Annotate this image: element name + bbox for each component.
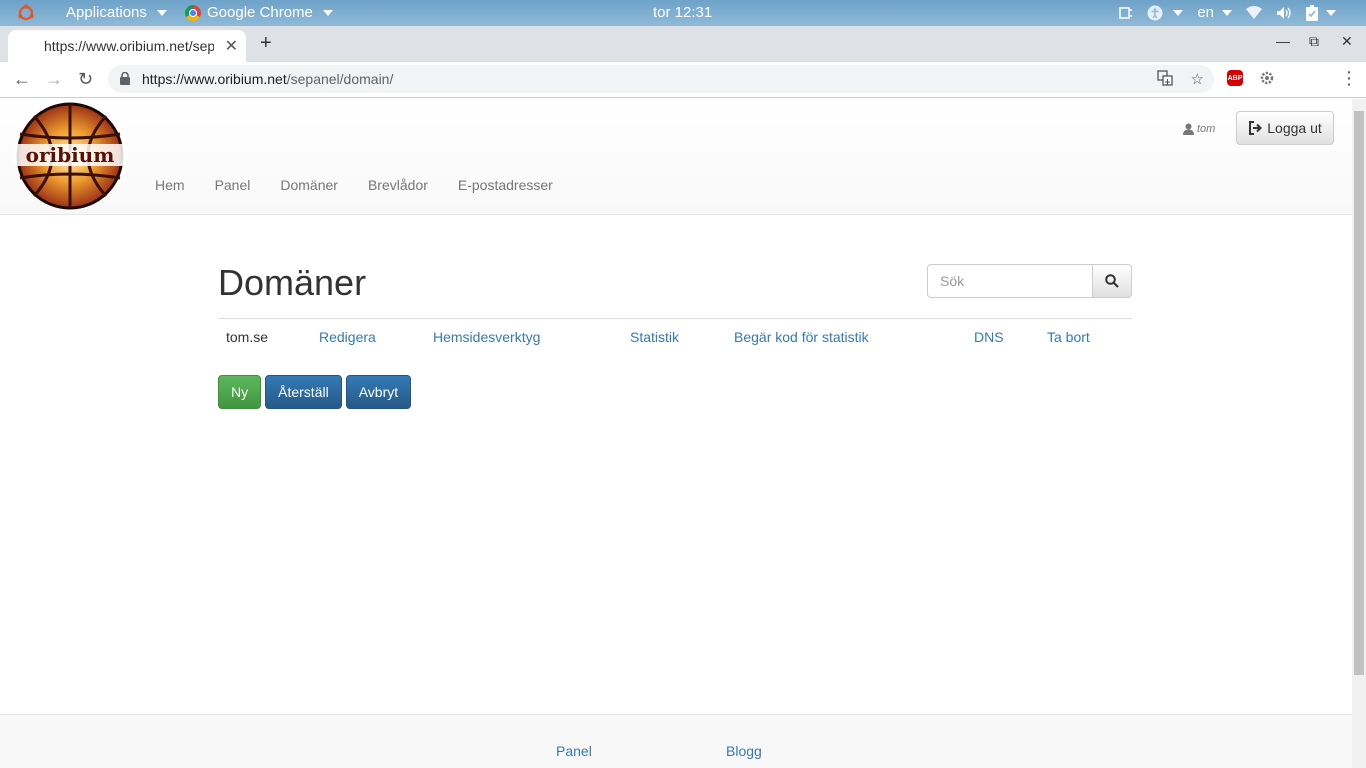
close-tab-icon[interactable]: ✕: [225, 36, 238, 56]
chevron-down-icon: [1222, 9, 1232, 16]
browser-tab[interactable]: https://www.oribium.net/sepanel/domain/ …: [8, 30, 246, 62]
forward-arrow-icon[interactable]: →: [45, 69, 63, 90]
new-tab-icon[interactable]: +: [260, 32, 272, 55]
chevron-down-icon: [322, 9, 333, 16]
chevron-down-icon: [1326, 9, 1336, 16]
statistics-link[interactable]: Statistik: [630, 329, 679, 345]
applications-menu[interactable]: Applications: [66, 4, 167, 21]
os-top-bar: Applications Google Chrome tor 12:31 en: [0, 0, 1366, 26]
search-input[interactable]: [927, 264, 1093, 298]
chevron-down-icon: [1173, 9, 1184, 16]
tab-title: https://www.oribium.net/sepanel/domain/: [44, 38, 214, 54]
scrollbar-thumb[interactable]: [1354, 111, 1364, 675]
translate-icon[interactable]: [1156, 70, 1173, 86]
dns-link[interactable]: DNS: [974, 329, 1004, 345]
language-label: en: [1197, 4, 1214, 21]
back-arrow-icon[interactable]: ←: [13, 69, 31, 90]
footer-link-panel[interactable]: Panel: [556, 743, 592, 759]
nav-domaner[interactable]: Domäner: [265, 177, 353, 193]
browser-tab-strip: https://www.oribium.net/sepanel/domain/ …: [0, 26, 1366, 62]
minimize-window-icon[interactable]: —: [1276, 33, 1290, 49]
battery-icon: [1306, 4, 1318, 21]
system-menu[interactable]: [1306, 4, 1336, 21]
clock[interactable]: tor 12:31: [653, 4, 712, 21]
adblock-plus-icon[interactable]: ABP: [1227, 70, 1243, 86]
wifi-icon[interactable]: [1246, 5, 1262, 20]
logout-button[interactable]: Logga ut: [1236, 111, 1334, 145]
request-stats-code-link[interactable]: Begär kod för statistik: [734, 329, 869, 345]
url-host: https://www.oribium.net: [142, 71, 287, 87]
restore-window-icon[interactable]: ⧉: [1309, 33, 1319, 50]
site-header: oribium Hem Panel Domäner Brevlådor E-po…: [0, 99, 1352, 215]
chrome-logo-icon: [185, 4, 201, 21]
logout-label: Logga ut: [1267, 120, 1322, 136]
nav-e-postadresser[interactable]: E-postadresser: [443, 177, 568, 193]
sign-out-icon: [1249, 121, 1263, 135]
accessibility-icon: [1147, 5, 1163, 20]
nav-hem[interactable]: Hem: [140, 177, 200, 193]
browser-menu-icon[interactable]: ⋮: [1340, 68, 1358, 89]
lock-icon[interactable]: [120, 72, 130, 85]
edit-link[interactable]: Redigera: [319, 329, 376, 345]
app-menu-label: Google Chrome: [207, 4, 313, 21]
address-bar[interactable]: https://www.oribium.net/sepanel/domain/ …: [108, 65, 1214, 93]
footer-link-blogg[interactable]: Blogg: [726, 743, 762, 759]
accessibility-menu[interactable]: [1147, 5, 1184, 21]
user-icon: [1183, 123, 1194, 135]
logo-text: oribium: [26, 143, 115, 167]
app-menu-chrome[interactable]: Google Chrome: [185, 4, 333, 21]
browser-toolbar: ← → ↻ https://www.oribium.net/sepanel/do…: [0, 62, 1366, 98]
oribium-logo[interactable]: oribium: [14, 102, 126, 210]
nav-panel[interactable]: Panel: [200, 177, 266, 193]
domain-table: tom.se Redigera Hemsidesverktyg Statisti…: [218, 318, 1132, 356]
new-button[interactable]: Ny: [218, 375, 262, 409]
user-name: tom: [1197, 123, 1216, 135]
applications-label: Applications: [66, 4, 147, 21]
web-page: oribium Hem Panel Domäner Brevlådor E-po…: [0, 99, 1352, 768]
page-scrollbar[interactable]: [1352, 99, 1366, 768]
reload-icon[interactable]: ↻: [78, 69, 93, 90]
current-user: tom: [1183, 123, 1215, 135]
bookmark-star-icon[interactable]: ☆: [1191, 70, 1204, 88]
ubuntu-logo-icon[interactable]: [17, 4, 35, 22]
delete-link[interactable]: Ta bort: [1047, 329, 1090, 345]
domain-name: tom.se: [226, 329, 269, 345]
url-path: /sepanel/domain/: [286, 71, 394, 87]
search-group: [927, 264, 1132, 298]
extension-gear-icon[interactable]: [1259, 70, 1275, 86]
page-title: Domäner: [218, 262, 367, 303]
nav-brevlador[interactable]: Brevlådor: [353, 177, 443, 193]
close-window-icon[interactable]: ✕: [1341, 33, 1353, 50]
display-icon[interactable]: [1117, 5, 1133, 21]
volume-icon[interactable]: [1276, 6, 1292, 20]
search-button[interactable]: [1093, 264, 1132, 298]
search-icon: [1105, 274, 1119, 288]
main-nav: Hem Panel Domäner Brevlådor E-postadress…: [140, 177, 568, 193]
action-buttons: Ny Återställ Avbryt: [218, 375, 412, 409]
chevron-down-icon: [156, 9, 167, 16]
site-tools-link[interactable]: Hemsidesverktyg: [433, 329, 540, 345]
language-menu[interactable]: en: [1197, 4, 1232, 21]
reset-button[interactable]: Återställ: [265, 375, 342, 409]
site-footer: Panel Blogg: [0, 714, 1352, 768]
cancel-button[interactable]: Avbryt: [345, 375, 412, 409]
system-tray: en: [1117, 4, 1336, 21]
